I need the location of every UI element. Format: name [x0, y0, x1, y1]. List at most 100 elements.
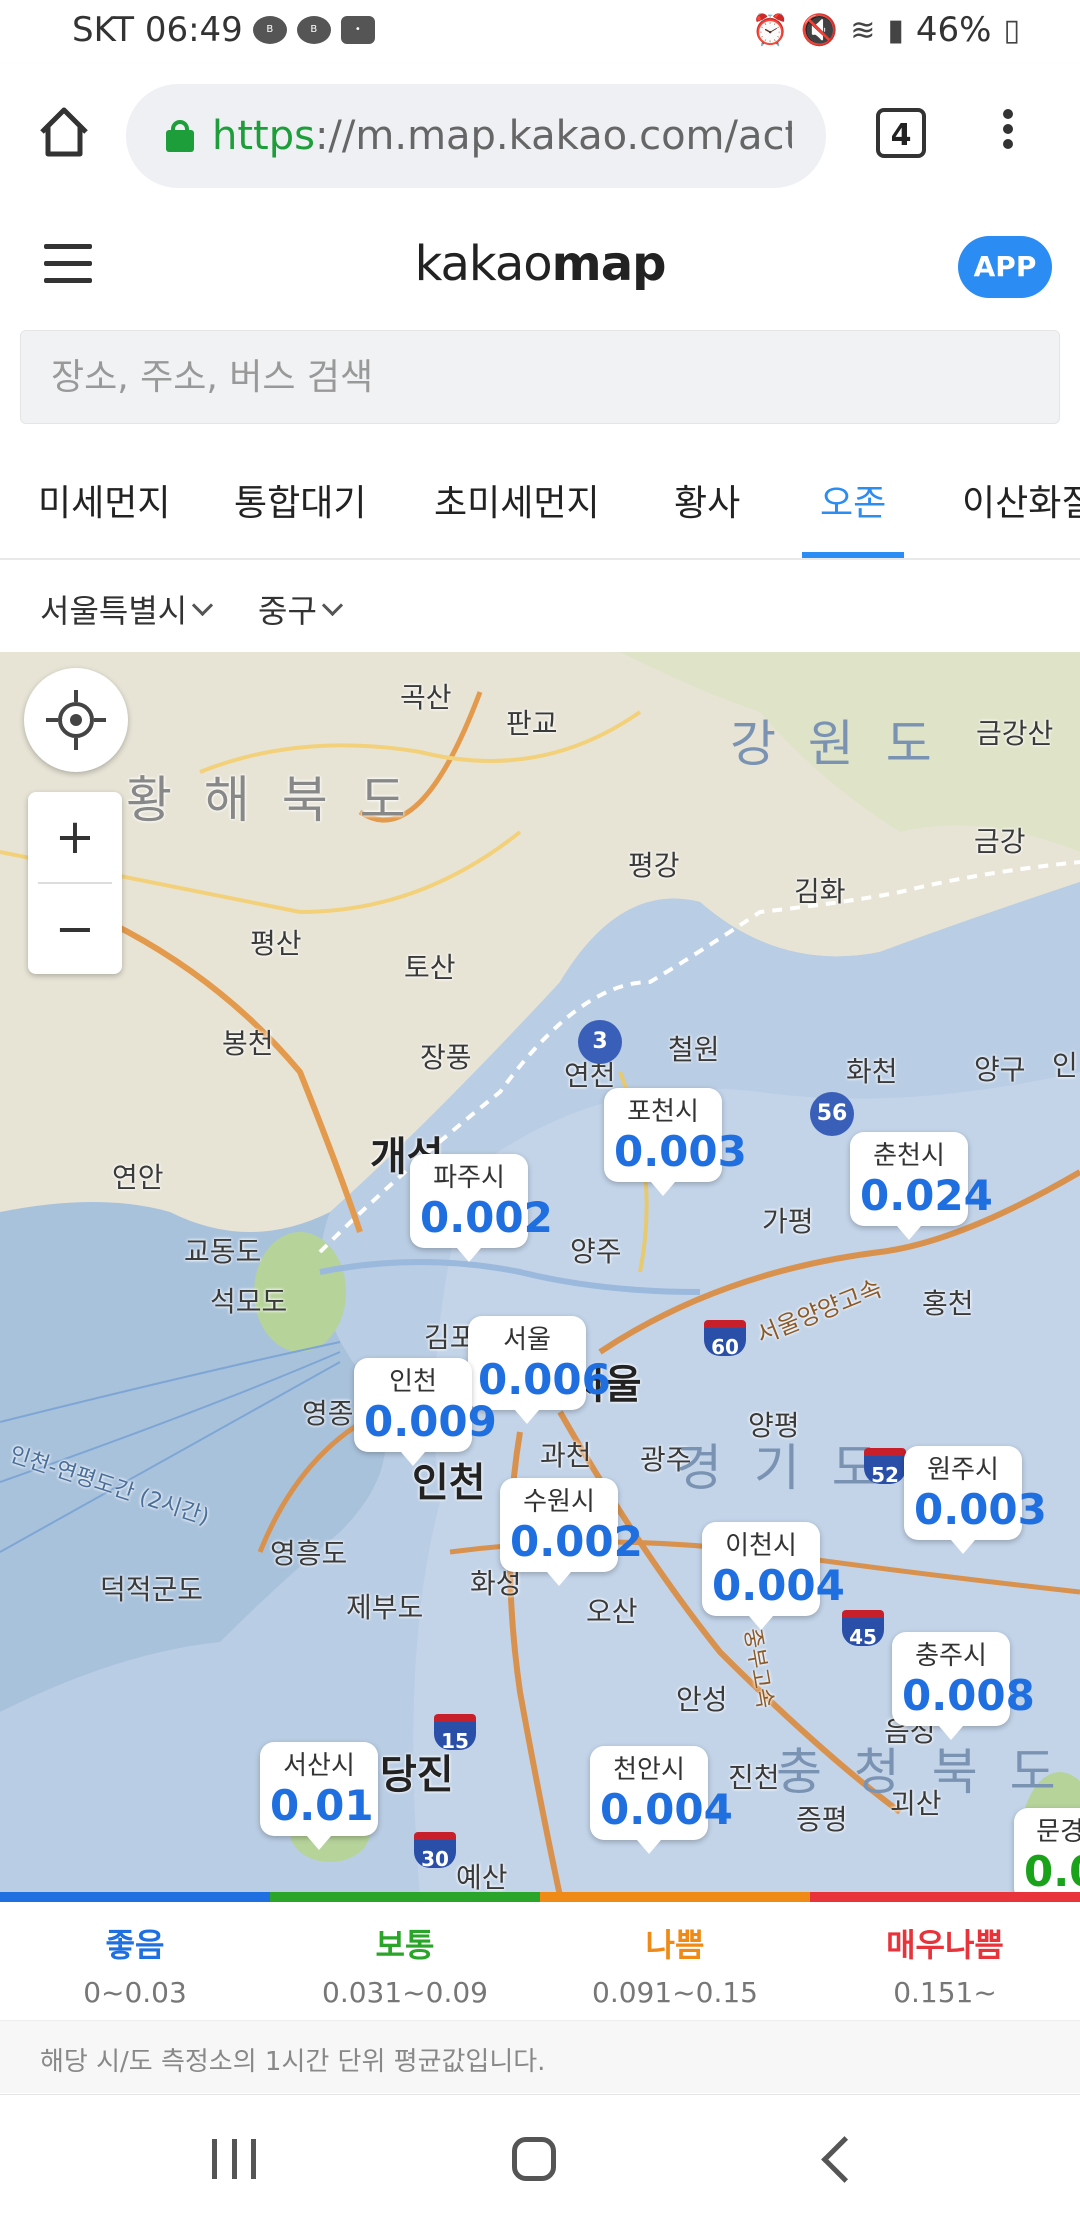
search-input[interactable] [49, 331, 1033, 423]
battery-level: 46% [915, 10, 992, 50]
search-box [20, 330, 1060, 424]
ozone-marker-icheon[interactable]: 이천시 0.004 [702, 1522, 845, 1630]
system-nav-bar [0, 2094, 1080, 2221]
place-label: 금강 [974, 825, 1026, 858]
map-view[interactable]: 곡산 판교 강 원 도 금강산 황 해 북 도 금강 평강 김화 평산 토산 봉… [0, 652, 1080, 1896]
place-label: 진천 [728, 1761, 780, 1794]
chevron-down-icon [192, 594, 214, 616]
carrier-time: SKT 06:49 [72, 10, 243, 50]
city-dropdown[interactable]: 서울특별시 [40, 586, 214, 632]
open-app-button[interactable]: APP [958, 236, 1052, 298]
lock-icon [166, 120, 194, 152]
tab-switcher-button[interactable]: 4 [876, 108, 926, 158]
place-label: 평강 [628, 849, 680, 882]
legend-bad: 나쁨 0.091~0.15 [592, 1926, 758, 2009]
place-label: 과천 [540, 1439, 592, 1472]
region-label-hwanghae: 황 해 북 도 [126, 771, 414, 829]
band-icon: B [252, 16, 287, 44]
place-label: 가평 [762, 1205, 814, 1238]
region-label-gangwon: 강 원 도 [730, 715, 940, 773]
category-tabs: 미세먼지 통합대기 초미세먼지 황사 오존 이산화질 [0, 450, 1080, 560]
legend-normal: 보통 0.031~0.09 [322, 1926, 488, 2009]
legend-good: 좋음 0~0.03 [83, 1926, 187, 2009]
tab-nitrogen-dioxide[interactable]: 이산화질 [962, 474, 1080, 558]
place-label: 토산 [404, 951, 456, 984]
ozone-marker-paju[interactable]: 파주시 0.002 [410, 1154, 553, 1262]
place-label: 곡산 [400, 681, 452, 714]
place-label: 홍천 [922, 1287, 974, 1320]
place-label: 화천 [846, 1055, 898, 1088]
place-label: 교동도 [184, 1235, 262, 1268]
ozone-marker-seosan[interactable]: 서산시 0.01 [260, 1742, 378, 1850]
ozone-marker-mungyeong[interactable]: 문경 0.0 [1014, 1808, 1080, 1896]
status-left: SKT 06:49 B B • [72, 10, 375, 50]
highway-shield: 15 [434, 1714, 476, 1753]
place-label: 금강산 [976, 717, 1054, 750]
app-icon: • [340, 16, 375, 44]
place-label: 김화 [794, 875, 846, 908]
highway-shield: 30 [414, 1832, 456, 1871]
tab-yellow-dust[interactable]: 황사 [674, 474, 740, 558]
zoom-in-button[interactable]: + [28, 792, 122, 882]
app-header: kakaomap APP [0, 212, 1080, 318]
chevron-down-icon [321, 594, 343, 616]
ozone-marker-suwon[interactable]: 수원시 0.002 [500, 1478, 643, 1586]
legend-swatch-very-bad [810, 1892, 1080, 1902]
wifi-icon: ≋ [850, 12, 876, 48]
status-bar: SKT 06:49 B B • ⏰ 🔇 ≋ ▮ 46% ▯ [0, 0, 1080, 64]
back-icon[interactable] [821, 2136, 868, 2183]
recent-apps-icon[interactable] [212, 2139, 256, 2179]
browser-menu-icon[interactable] [1000, 104, 1016, 164]
home-button-icon[interactable] [512, 2137, 556, 2181]
place-label: 인 [1052, 1049, 1078, 1082]
my-location-button[interactable] [24, 668, 128, 772]
highway-shield: 52 [864, 1448, 906, 1487]
tab-ozone[interactable]: 오존 [802, 474, 905, 558]
place-label: 석모도 [210, 1285, 288, 1318]
zoom-out-button[interactable]: − [28, 884, 122, 974]
ozone-marker-wonju[interactable]: 원주시 0.003 [904, 1446, 1047, 1554]
legend-swatch-bad [540, 1892, 810, 1902]
place-label: 양구 [974, 1053, 1026, 1086]
legend-swatch-good [0, 1892, 270, 1902]
tab-ultrafine-dust[interactable]: 초미세먼지 [434, 474, 600, 558]
tab-integrated-air[interactable]: 통합대기 [234, 474, 366, 558]
status-right: ⏰ 🔇 ≋ ▮ 46% ▯ [752, 10, 1020, 50]
region-label-gyeonggi: 경 기 도 [676, 1439, 886, 1497]
ozone-marker-seoul[interactable]: 서울 0.006 [468, 1316, 611, 1424]
legend-color-bar [0, 1892, 1080, 1902]
signal-icon: ▮ [887, 12, 904, 48]
band-icon: B [296, 16, 331, 44]
kakaomap-logo[interactable]: kakaomap [0, 236, 1080, 292]
highway-shield: 56 [810, 1092, 854, 1136]
mute-icon: 🔇 [800, 12, 839, 48]
home-icon[interactable] [36, 104, 92, 160]
tab-fine-dust[interactable]: 미세먼지 [38, 474, 170, 558]
region-label-chungbuk: 충 청 북 도 [776, 1743, 1064, 1801]
ozone-marker-chuncheon[interactable]: 춘천시 0.024 [850, 1132, 993, 1240]
place-label: 제부도 [346, 1591, 424, 1624]
district-dropdown[interactable]: 중구 [258, 586, 343, 632]
place-label: 영종 [302, 1397, 354, 1430]
ozone-marker-chungju[interactable]: 충주시 0.008 [892, 1632, 1035, 1740]
legend-very-bad: 매우나쁨 0.151~ [886, 1926, 1004, 2009]
url-text[interactable]: https://m.map.kakao.com/acti [212, 113, 792, 159]
ozone-marker-pocheon[interactable]: 포천시 0.003 [604, 1088, 747, 1196]
active-tab-underline [802, 552, 905, 558]
region-selector: 서울특별시 중구 [0, 560, 1080, 652]
place-label: 안성 [676, 1683, 728, 1716]
browser-toolbar: https://m.map.kakao.com/acti 4 [0, 64, 1080, 213]
place-label: 양주 [570, 1235, 622, 1268]
zoom-controls: + − [28, 792, 122, 974]
alarm-icon: ⏰ [751, 12, 789, 48]
legend-swatch-normal [270, 1892, 540, 1902]
ozone-marker-incheon[interactable]: 인천 0.009 [354, 1358, 497, 1466]
place-label: 평산 [250, 927, 302, 960]
url-bar[interactable]: https://m.map.kakao.com/acti [126, 84, 826, 188]
place-label: 오산 [586, 1595, 638, 1628]
measurement-note: 해당 시/도 측정소의 1시간 단위 평균값입니다. [0, 2020, 1080, 2093]
highway-shield: 3 [578, 1020, 622, 1064]
ozone-marker-cheonan[interactable]: 천안시 0.004 [590, 1746, 733, 1854]
place-label: 예산 [456, 1861, 508, 1894]
place-label: 봉천 [222, 1027, 274, 1060]
